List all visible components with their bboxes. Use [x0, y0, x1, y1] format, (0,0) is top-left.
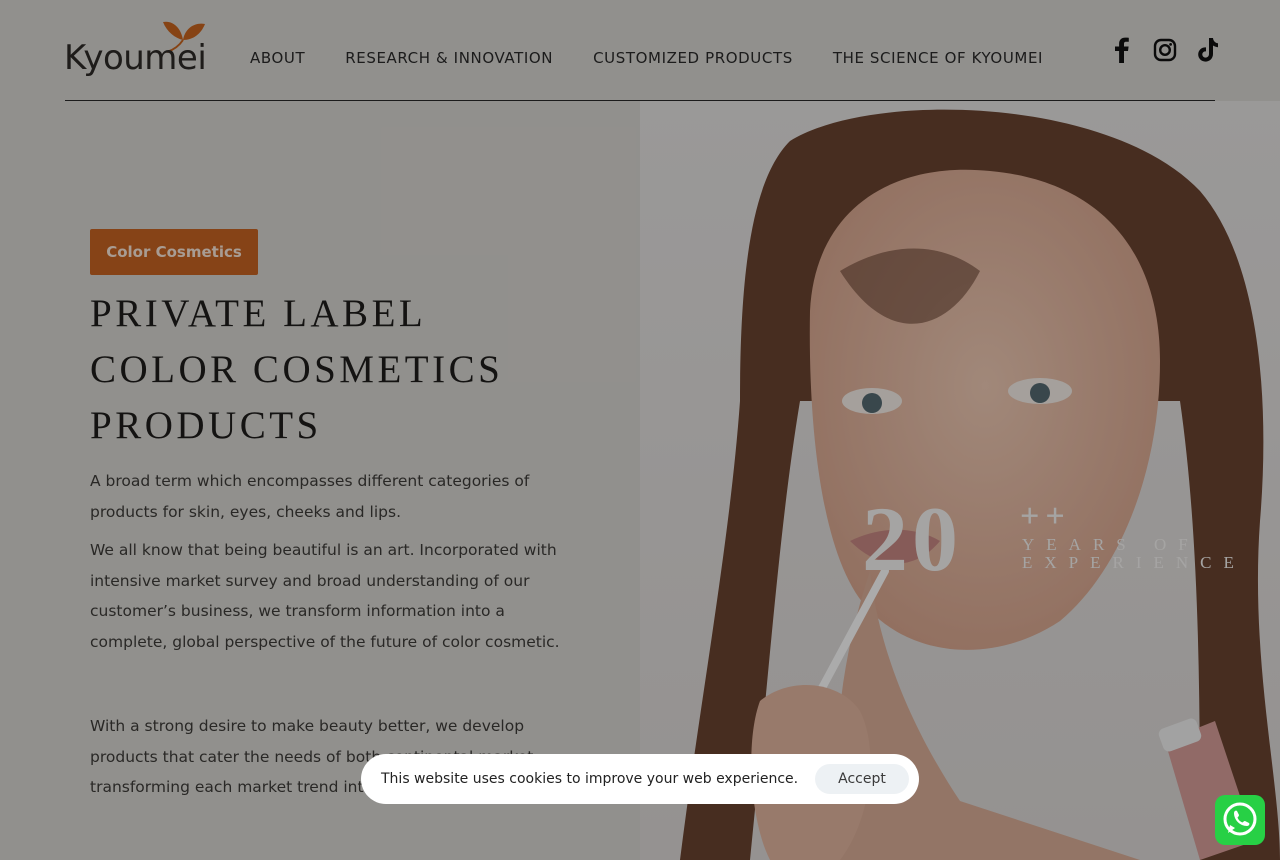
dim-overlay[interactable] — [0, 0, 1280, 860]
cookie-message: This website uses cookies to improve you… — [381, 771, 799, 787]
cookie-accept-button[interactable]: Accept — [815, 764, 909, 794]
whatsapp-icon — [1223, 802, 1257, 836]
whatsapp-button[interactable] — [1215, 795, 1265, 845]
cookie-banner: This website uses cookies to improve you… — [361, 754, 919, 804]
